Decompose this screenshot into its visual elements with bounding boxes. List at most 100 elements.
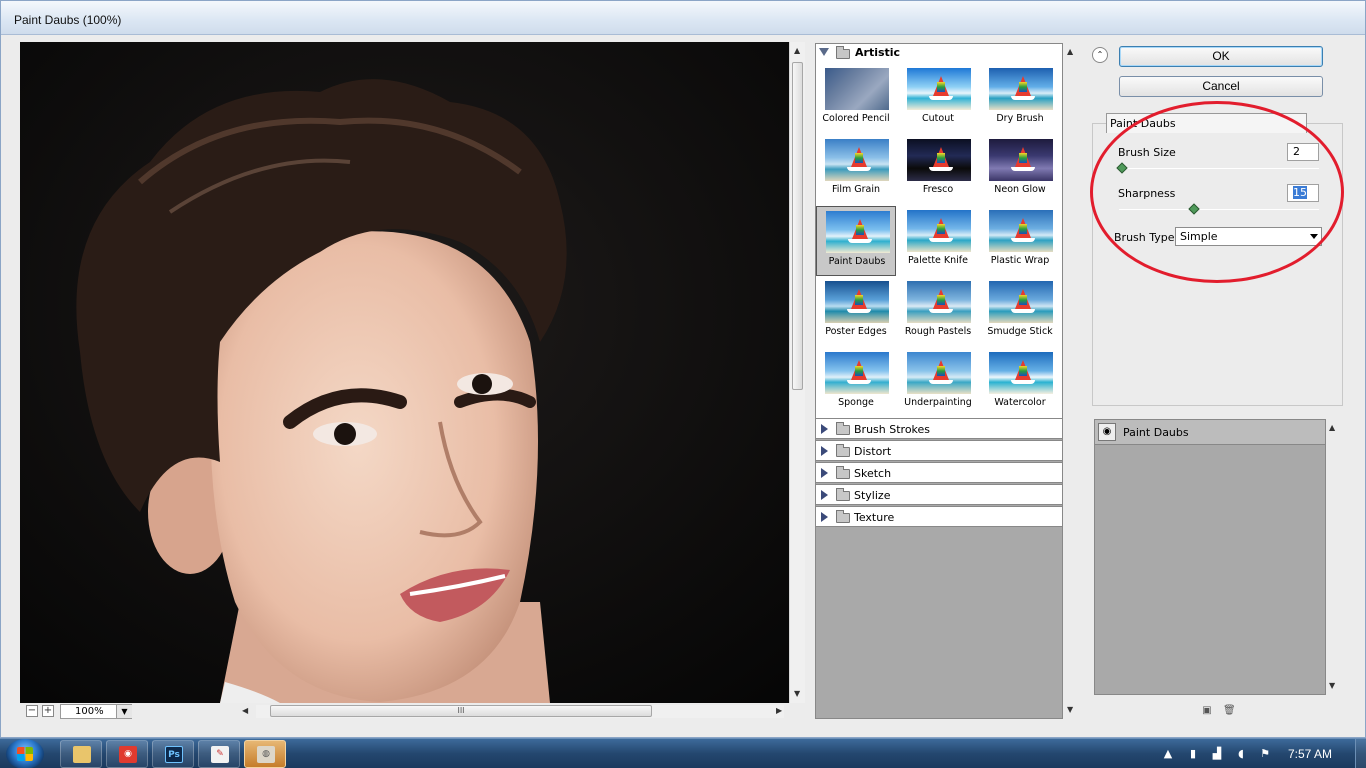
filter-thumb-palette-knife[interactable]: Palette Knife (898, 206, 978, 276)
scroll-down-arrow-icon[interactable]: ▼ (1329, 681, 1335, 690)
start-button[interactable] (6, 739, 44, 768)
hull-shape (1011, 309, 1035, 313)
new-effect-layer-icon[interactable]: ▣ (1201, 705, 1213, 717)
scroll-up-arrow-icon[interactable]: ▲ (794, 46, 800, 55)
collapsed-triangle-icon (821, 490, 828, 500)
trash-icon[interactable]: 🗑 (1223, 705, 1236, 717)
show-hidden-icons-icon[interactable]: ▲ (1161, 747, 1175, 761)
photoshop-icon: Ps (165, 746, 183, 763)
taskbar-app-photoshop[interactable]: Ps (152, 740, 194, 768)
ok-button[interactable]: OK (1119, 46, 1323, 67)
filter-thumb-paint-daubs[interactable]: Paint Daubs (816, 206, 896, 276)
brush-size-label: Brush Size (1118, 146, 1176, 159)
action-center-icon[interactable]: ⚑ (1258, 747, 1272, 761)
filter-preview-image (825, 352, 889, 394)
sail-stripe (937, 224, 945, 234)
collapse-gallery-button[interactable]: ⌃ (1092, 47, 1108, 63)
battery-icon[interactable]: ▮ (1186, 747, 1200, 761)
sharpness-label: Sharpness (1118, 187, 1176, 200)
effect-layers-panel: ◉ Paint Daubs (1094, 419, 1326, 695)
category-sketch[interactable]: Sketch (816, 462, 1062, 483)
filter-thumb-rough-pastels[interactable]: Rough Pastels (898, 277, 978, 347)
sail-stripe (856, 225, 864, 235)
preview-image[interactable] (20, 42, 789, 703)
scroll-left-arrow-icon[interactable]: ◀ (242, 706, 248, 715)
brush-size-input[interactable]: 2 (1287, 143, 1319, 161)
filter-thumb-sponge[interactable]: Sponge (816, 348, 896, 418)
preview-vertical-scrollbar[interactable]: ▲ ▼ (789, 42, 805, 703)
network-icon[interactable]: ▟ (1210, 747, 1224, 761)
taskbar-app-red[interactable]: ◉ (106, 740, 148, 768)
filter-thumb-dry-brush[interactable]: Dry Brush (980, 64, 1060, 134)
sharpness-slider-track[interactable] (1119, 209, 1319, 210)
collapsed-triangle-icon (821, 424, 828, 434)
filter-thumbnails: Colored Pencil Cutout Dry Brush Film Grain F… (816, 62, 1062, 418)
brush-size-value: 2 (1293, 145, 1300, 158)
filter-preview-image (907, 281, 971, 323)
scrollbar-thumb[interactable] (792, 62, 803, 390)
chevron-down-icon (1310, 234, 1318, 239)
hull-shape (1011, 167, 1035, 171)
scroll-down-arrow-icon[interactable]: ▼ (1067, 705, 1073, 714)
filter-preview-image (989, 281, 1053, 323)
effect-layer-item[interactable]: ◉ Paint Daubs (1095, 420, 1325, 445)
filter-thumb-smudge-stick[interactable]: Smudge Stick (980, 277, 1060, 347)
brush-type-label: Brush Type: (1114, 231, 1179, 244)
category-label: Stylize (854, 489, 891, 502)
brush-size-slider-track[interactable] (1119, 168, 1319, 169)
filter-thumb-underpainting[interactable]: Underpainting (898, 348, 978, 418)
effect-layer-label: Paint Daubs (1123, 426, 1189, 439)
eye-icon[interactable]: ◉ (1098, 423, 1116, 441)
zoom-dropdown-icon[interactable]: ▼ (116, 705, 132, 718)
category-brush-strokes[interactable]: Brush Strokes (816, 418, 1062, 439)
hull-shape (929, 96, 953, 100)
filter-label: Underpainting (904, 397, 972, 408)
hull-shape (1011, 380, 1035, 384)
filter-thumb-colored-pencil[interactable]: Colored Pencil (816, 64, 896, 134)
scrollbar-grip: III (457, 706, 465, 715)
zoom-in-button[interactable]: + (42, 705, 54, 717)
scroll-up-arrow-icon[interactable]: ▲ (1067, 47, 1073, 56)
brush-type-select[interactable]: Simple (1175, 227, 1322, 246)
filter-preview-image (907, 352, 971, 394)
title-bar[interactable]: Paint Daubs (100%) (1, 1, 1365, 35)
sharpness-input[interactable]: 15 (1287, 184, 1319, 202)
hull-shape (847, 167, 871, 171)
filter-thumb-cutout[interactable]: Cutout (898, 64, 978, 134)
sail-stripe (1019, 366, 1027, 376)
zoom-out-button[interactable]: − (26, 705, 38, 717)
filter-thumb-watercolor[interactable]: Watercolor (980, 348, 1060, 418)
gallery-scrollbar[interactable]: ▲ ▼ (1064, 43, 1078, 719)
clock[interactable]: 7:57 AM (1288, 747, 1332, 761)
volume-icon[interactable]: ◖ (1234, 747, 1248, 761)
cancel-button[interactable]: Cancel (1119, 76, 1323, 97)
preview-horizontal-scrollbar[interactable]: ◀ III ▶ (242, 705, 784, 718)
category-stylize[interactable]: Stylize (816, 484, 1062, 505)
category-distort[interactable]: Distort (816, 440, 1062, 461)
filter-preview-image (989, 352, 1053, 394)
folder-icon (836, 510, 850, 523)
filter-thumb-neon-glow[interactable]: Neon Glow (980, 135, 1060, 205)
filter-label: Palette Knife (907, 255, 968, 266)
filter-thumb-film-grain[interactable]: Film Grain (816, 135, 896, 205)
filter-label: Cutout (922, 113, 954, 124)
taskbar-app-active[interactable]: ◍ (244, 740, 286, 768)
filter-thumb-plastic-wrap[interactable]: Plastic Wrap (980, 206, 1060, 276)
filter-preview-image (826, 211, 890, 253)
filter-options-panel (1092, 123, 1343, 406)
scroll-right-arrow-icon[interactable]: ▶ (776, 706, 782, 715)
scroll-down-arrow-icon[interactable]: ▼ (794, 689, 800, 698)
sail-stripe (1019, 82, 1027, 92)
taskbar-app-paint[interactable]: ✎ (198, 740, 240, 768)
layers-scrollbar[interactable]: ▲ ▼ (1326, 419, 1340, 695)
show-desktop-button[interactable] (1355, 739, 1366, 768)
scroll-up-arrow-icon[interactable]: ▲ (1329, 423, 1335, 432)
filter-label: Film Grain (831, 184, 881, 195)
taskbar-app-explorer[interactable] (60, 740, 102, 768)
category-artistic[interactable]: Artistic (816, 44, 1062, 62)
sharpness-value: 15 (1293, 186, 1307, 199)
filter-thumb-fresco[interactable]: Fresco (898, 135, 978, 205)
category-texture[interactable]: Texture (816, 506, 1062, 527)
filter-thumb-poster-edges[interactable]: Poster Edges (816, 277, 896, 347)
scrollbar-thumb[interactable]: III (270, 705, 652, 717)
